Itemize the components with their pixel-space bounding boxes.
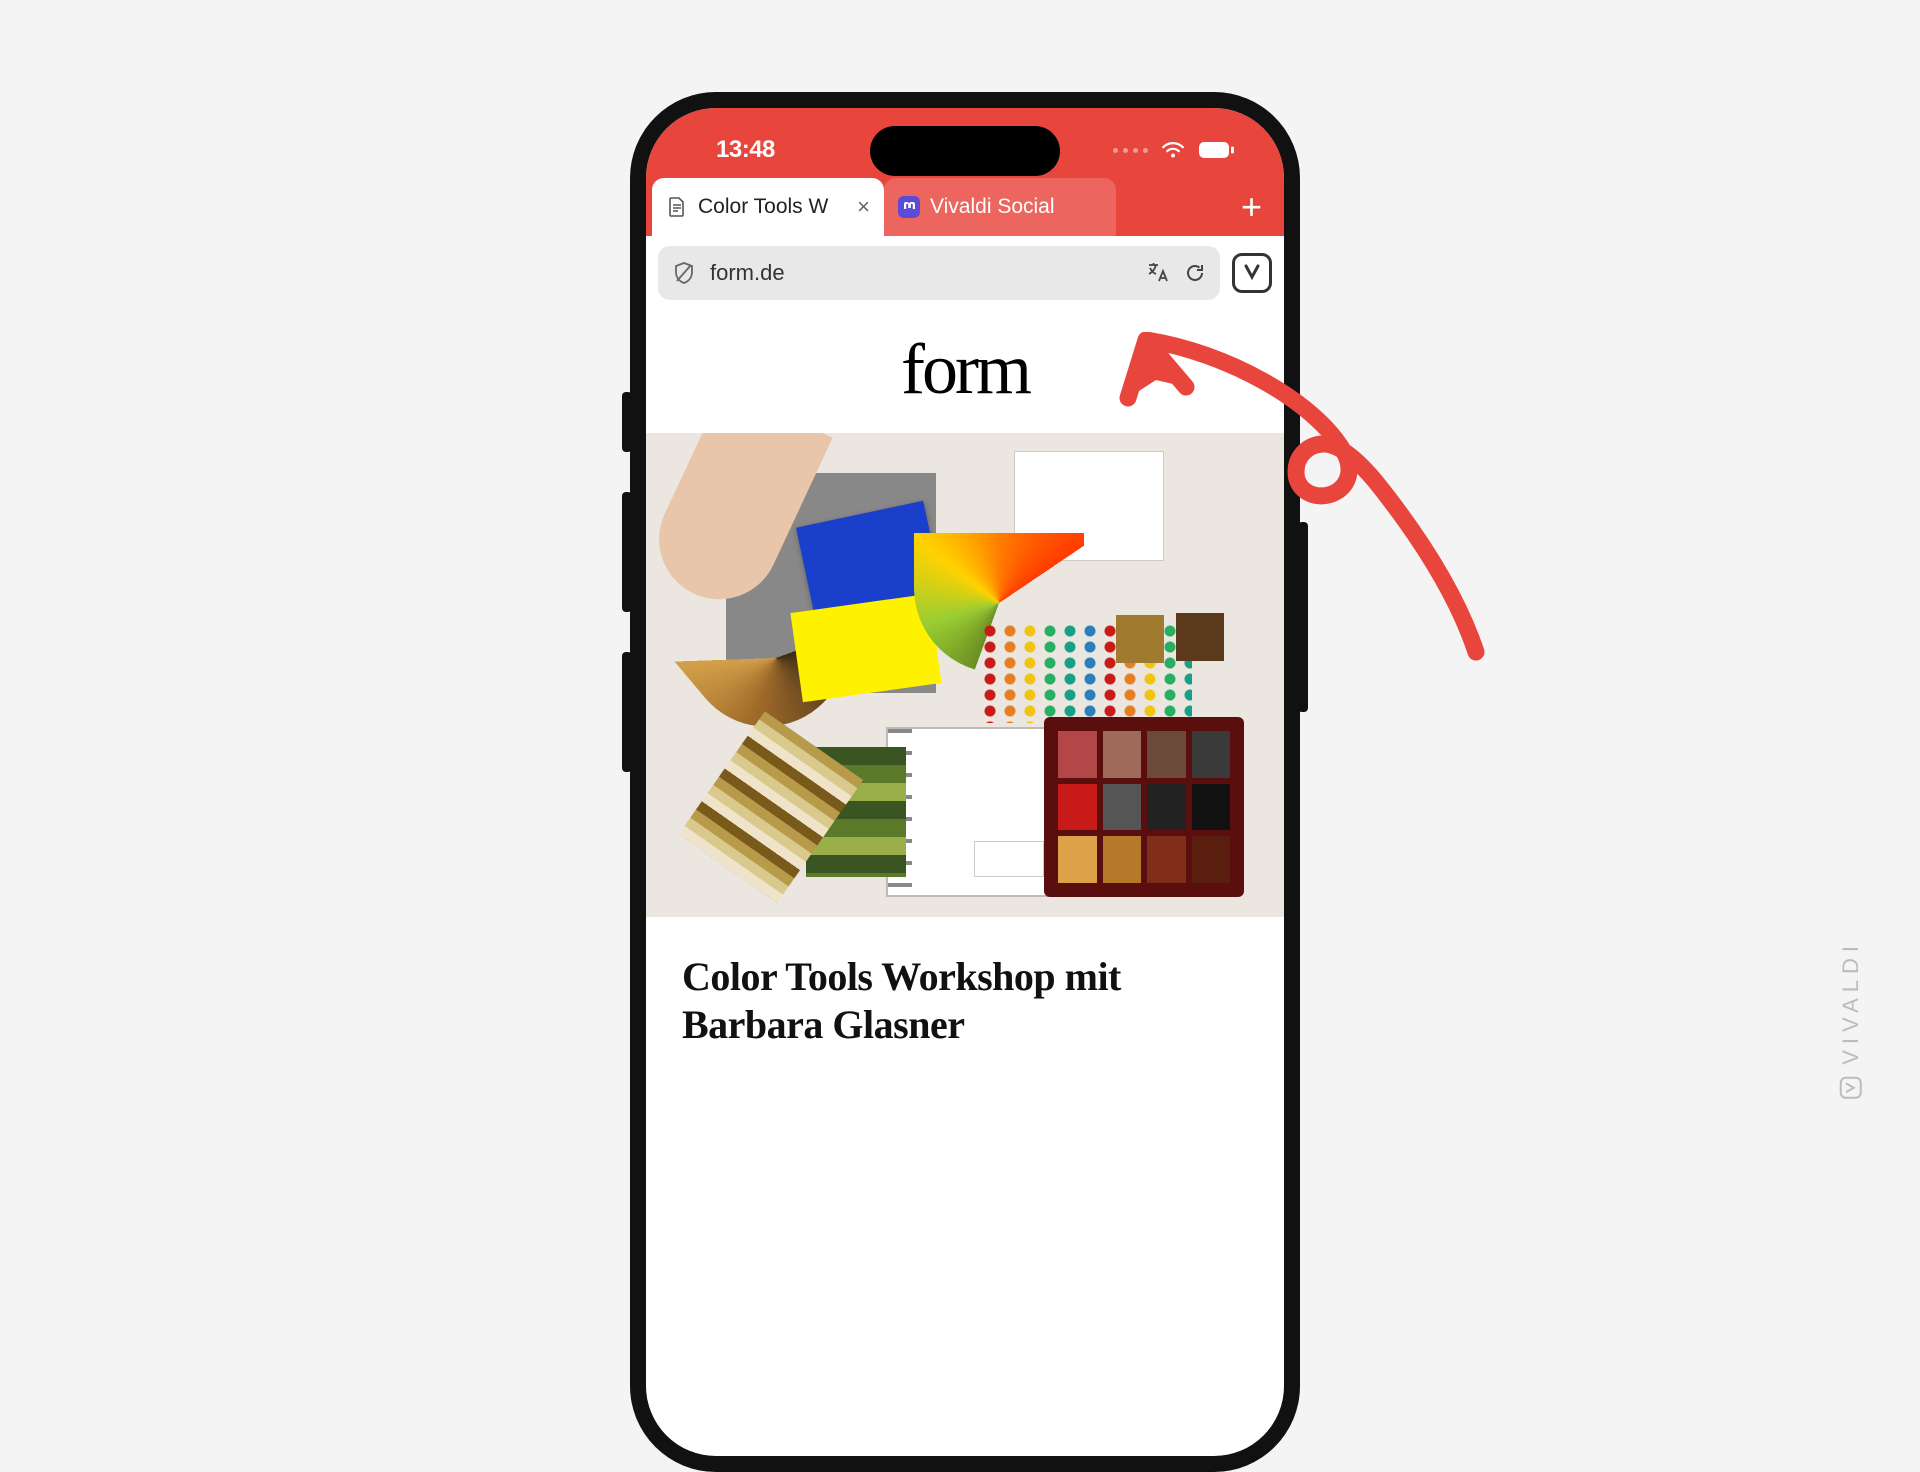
vivaldi-menu-button[interactable] [1232, 253, 1272, 293]
tab-strip: Color Tools W × Vivaldi Social + [646, 178, 1284, 236]
mastodon-icon [898, 196, 920, 218]
dynamic-island [870, 126, 1060, 176]
tab-label: Vivaldi Social [930, 195, 1102, 219]
document-icon [666, 196, 688, 218]
watermark-text: VIVALDI [1838, 940, 1864, 1065]
phone-volume-down [622, 652, 632, 772]
phone-volume-up [622, 492, 632, 612]
address-bar[interactable]: form.de [658, 246, 1220, 300]
phone-screen: 13:48 [646, 108, 1284, 1456]
phone-power-button [1298, 522, 1308, 712]
new-tab-button[interactable]: + [1241, 178, 1262, 236]
tab-active[interactable]: Color Tools W × [652, 178, 884, 236]
plus-icon: + [1241, 186, 1262, 228]
vivaldi-watermark: VIVALDI [1838, 940, 1864, 1099]
site-logo: form [646, 310, 1284, 433]
status-indicators [1113, 140, 1234, 160]
vivaldi-watermark-icon [1840, 1077, 1862, 1099]
reload-icon[interactable] [1184, 262, 1206, 284]
wifi-icon [1160, 140, 1186, 160]
webpage-viewport[interactable]: form [646, 310, 1284, 1049]
tab-label: Color Tools W [698, 195, 843, 219]
article-hero-image [646, 433, 1284, 917]
close-icon[interactable]: × [853, 194, 870, 220]
article-title: Color Tools Workshop mit Barbara Glasner [646, 917, 1284, 1049]
address-url: form.de [710, 260, 1132, 286]
status-time: 13:48 [716, 136, 775, 164]
cellular-dots-icon [1113, 148, 1148, 153]
phone-side-button [622, 392, 632, 452]
phone-mockup: 13:48 [630, 92, 1300, 1472]
vivaldi-icon [1241, 262, 1263, 284]
tab-inactive[interactable]: Vivaldi Social [884, 178, 1116, 236]
battery-icon [1198, 141, 1234, 159]
tracker-shield-icon[interactable] [672, 261, 696, 285]
address-bar-row: form.de [646, 236, 1284, 310]
translate-icon[interactable] [1146, 262, 1170, 284]
